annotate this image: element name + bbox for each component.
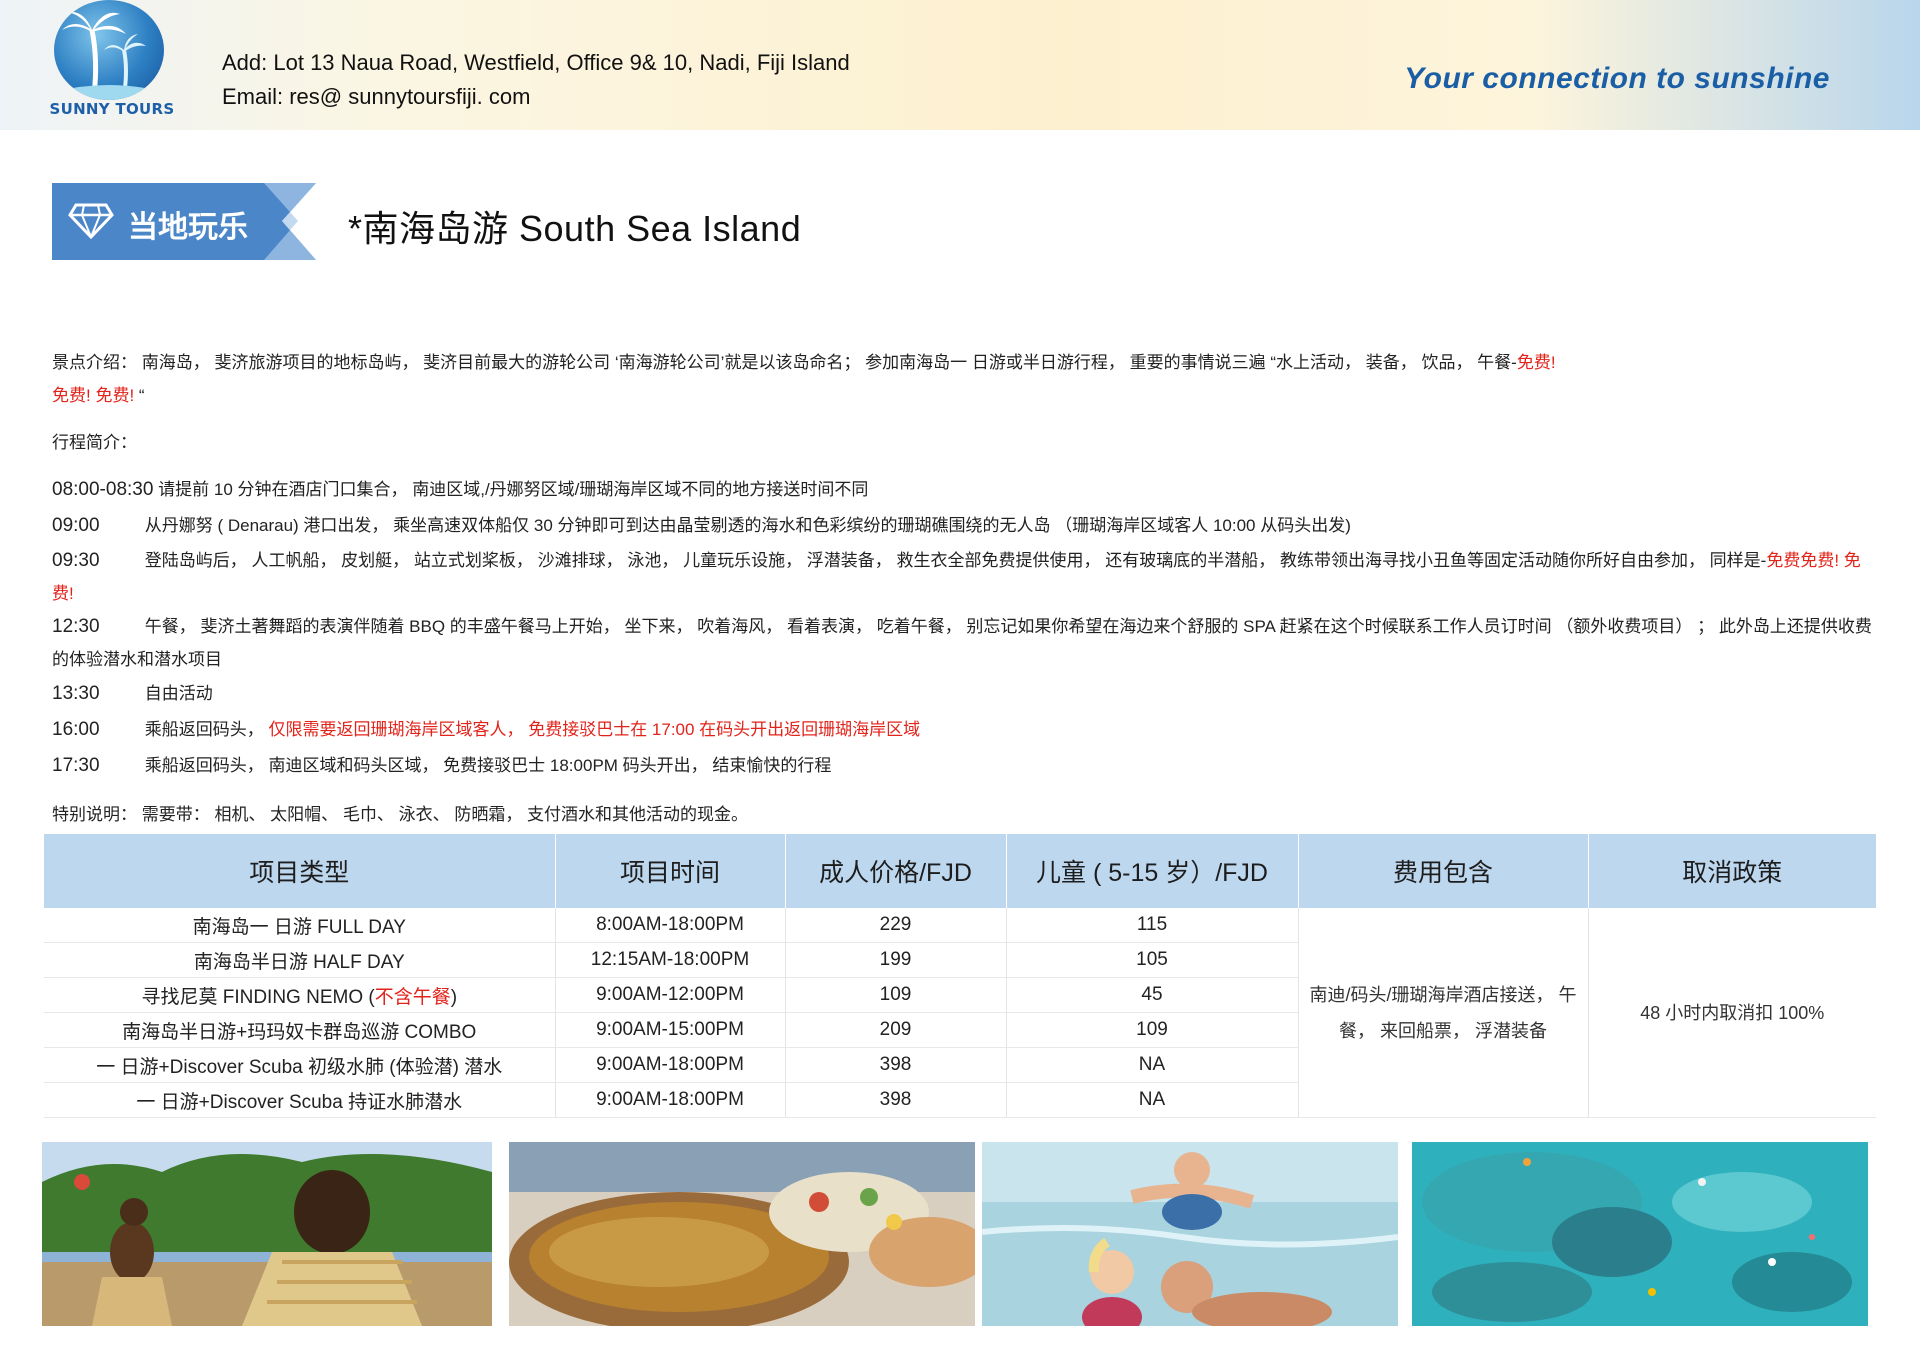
fee-includes: 南迪/码头/珊瑚海岸酒店接送， 午餐， 来回船票， 浮潜装备 bbox=[1298, 908, 1589, 1118]
itinerary-text: 乘船返回码头， 南迪区域和码头区域， 免费接驳巴士 18:00PM 码头开出， … bbox=[144, 756, 832, 775]
itinerary-item: 09:00 从丹娜努 ( Denarau) 港口出发， 乘坐高速双体船仅 30 … bbox=[52, 508, 1882, 544]
itinerary-list: 08:00-08:30 请提前 10 分钟在酒店门口集合， 南迪区域,/丹娜努区… bbox=[52, 472, 1882, 784]
child-price: NA bbox=[1006, 1082, 1299, 1118]
price-table: 项目类型 项目时间 成人价格/FJD 儿童 ( 5-15 岁）/FJD 费用包含… bbox=[44, 834, 1876, 1118]
header-adult-price: 成人价格/FJD bbox=[785, 834, 1007, 908]
adult-price: 199 bbox=[785, 942, 1007, 978]
sunny-tours-logo[interactable]: SUNNY TOURS bbox=[48, 0, 176, 122]
contact-info: Add: Lot 13 Naua Road, Westfield, Office… bbox=[222, 46, 850, 114]
bbq-buffet-photo bbox=[509, 1142, 975, 1326]
itinerary-text: 乘船返回码头， bbox=[144, 720, 269, 739]
tour-time: 9:00AM-12:00PM bbox=[555, 977, 786, 1013]
itinerary-text: 自由活动 bbox=[144, 684, 213, 703]
logo-text: SUNNY TOURS bbox=[49, 100, 175, 118]
tour-name: 南海岛半日游 HALF DAY bbox=[44, 942, 556, 978]
tour-time: 9:00AM-15:00PM bbox=[555, 1012, 786, 1048]
itinerary-item: 09:30 登陆岛屿后， 人工帆船， 皮划艇， 站立式划桨板， 沙滩排球， 泳池… bbox=[52, 544, 1882, 610]
header-item-type: 项目类型 bbox=[44, 834, 556, 908]
itinerary-red-text: 仅限需要返回珊瑚海岸区域客人， 免费接驳巴士在 17:00 在码头开出返回珊瑚海… bbox=[268, 720, 921, 739]
itinerary-time: 17:30 bbox=[52, 755, 100, 776]
itinerary-item: 13:30 自由活动 bbox=[52, 676, 1882, 712]
special-note: 特别说明： 需要带： 相机、 太阳帽、 毛巾、 泳衣、 防晒霜， 支付酒水和其他… bbox=[52, 805, 749, 824]
itinerary-item: 17:30 乘船返回码头， 南迪区域和码头区域， 免费接驳巴士 18:00PM … bbox=[52, 748, 1882, 784]
itinerary-label: 行程简介： bbox=[52, 433, 137, 452]
page-header: SUNNY TOURS Add: Lot 13 Naua Road, Westf… bbox=[0, 0, 1920, 130]
tour-name-end: ) bbox=[450, 986, 458, 1008]
itinerary-time: 16:00 bbox=[52, 719, 100, 740]
tagline: Your connection to sunshine bbox=[1404, 62, 1830, 95]
intro-free-1: 免费! bbox=[1516, 353, 1556, 372]
table-row: 南海岛一 日游 FULL DAY 8:00AM-18:00PM 229 115 … bbox=[44, 908, 1876, 1118]
cancellation-policy: 48 小时内取消扣 100% bbox=[1588, 908, 1876, 1118]
diamond-icon bbox=[68, 203, 114, 244]
itinerary-text: 从丹娜努 ( Denarau) 港口出发， 乘坐高速双体船仅 30 分钟即可到达… bbox=[144, 516, 1351, 535]
itinerary-time: 08:00-08:30 bbox=[52, 479, 154, 500]
table-header-row: 项目类型 项目时间 成人价格/FJD 儿童 ( 5-15 岁）/FJD 费用包含… bbox=[44, 834, 1876, 908]
badge-label: 当地玩乐 bbox=[128, 210, 248, 245]
itinerary-item: 16:00 乘船返回码头， 仅限需要返回珊瑚海岸区域客人， 免费接驳巴士在 17… bbox=[52, 712, 1882, 748]
tour-time: 8:00AM-18:00PM bbox=[555, 908, 786, 943]
tour-name: 一 日游+Discover Scuba 持证水肺潜水 bbox=[44, 1082, 556, 1118]
itinerary-text: 午餐， 斐济土著舞蹈的表演伴随着 BBQ 的丰盛午餐马上开始， 坐下来， 吹着海… bbox=[52, 617, 1872, 669]
no-lunch-note: 不含午餐 bbox=[374, 986, 451, 1008]
adult-price: 209 bbox=[785, 1012, 1007, 1048]
child-price: 115 bbox=[1006, 908, 1299, 943]
child-price: 105 bbox=[1006, 942, 1299, 978]
kids-in-water-photo bbox=[982, 1142, 1398, 1326]
tour-time: 12:15AM-18:00PM bbox=[555, 942, 786, 978]
page-title: *南海岛游 South Sea Island bbox=[348, 208, 802, 249]
adult-price: 398 bbox=[785, 1047, 1007, 1083]
tour-name: 南海岛一 日游 FULL DAY bbox=[44, 908, 556, 943]
child-price: 109 bbox=[1006, 1012, 1299, 1048]
tour-name: 南海岛半日游+玛玛奴卡群岛巡游 COMBO bbox=[44, 1012, 556, 1048]
tour-name: 寻找尼莫 FINDING NEMO (不含午餐) bbox=[44, 977, 556, 1013]
itinerary-time: 12:30 bbox=[52, 616, 100, 637]
itinerary-text: 登陆岛屿后， 人工帆船， 皮划艇， 站立式划桨板， 沙滩排球， 泳池， 儿童玩乐… bbox=[144, 551, 1767, 570]
adult-price: 109 bbox=[785, 977, 1007, 1013]
intro-free-2: 免费! 免费! bbox=[52, 386, 135, 405]
tour-time: 9:00AM-18:00PM bbox=[555, 1082, 786, 1118]
itinerary-time: 09:30 bbox=[52, 550, 100, 571]
child-price: NA bbox=[1006, 1047, 1299, 1083]
header-cancellation: 取消政策 bbox=[1588, 834, 1876, 908]
header-item-time: 项目时间 bbox=[555, 834, 786, 908]
itinerary-item: 12:30 午餐， 斐济土著舞蹈的表演伴随着 BBQ 的丰盛午餐马上开始， 坐下… bbox=[52, 610, 1882, 676]
tour-time: 9:00AM-18:00PM bbox=[555, 1047, 786, 1083]
category-badge: 当地玩乐 bbox=[52, 183, 316, 260]
intro-text: 景点介绍： 南海岛， 斐济旅游项目的地标岛屿， 斐济目前最大的游轮公司 ‘南海游… bbox=[52, 353, 1517, 372]
header-child-price: 儿童 ( 5-15 岁）/FJD bbox=[1006, 834, 1299, 908]
aerial-reef-photo bbox=[1412, 1142, 1868, 1326]
fijian-dancers-photo bbox=[42, 1142, 492, 1326]
adult-price: 229 bbox=[785, 908, 1007, 943]
email-text[interactable]: Email: res@ sunnytoursfiji. com bbox=[222, 80, 850, 114]
palm-tree-icon bbox=[54, 0, 164, 100]
itinerary-time: 13:30 bbox=[52, 683, 100, 704]
itinerary-text: 请提前 10 分钟在酒店门口集合， 南迪区域,/丹娜努区域/珊瑚海岸区域不同的地… bbox=[158, 480, 869, 499]
itinerary-time: 09:00 bbox=[52, 515, 100, 536]
intro-end-quote: “ bbox=[134, 386, 145, 405]
header-includes: 费用包含 bbox=[1298, 834, 1589, 908]
tour-name: 一 日游+Discover Scuba 初级水肺 (体验潜) 潜水 bbox=[44, 1047, 556, 1083]
attraction-intro: 景点介绍： 南海岛， 斐济旅游项目的地标岛屿， 斐济目前最大的游轮公司 ‘南海游… bbox=[52, 346, 1882, 412]
child-price: 45 bbox=[1006, 977, 1299, 1013]
adult-price: 398 bbox=[785, 1082, 1007, 1118]
photo-strip bbox=[42, 1142, 1868, 1326]
tour-name-text: 寻找尼莫 FINDING NEMO ( bbox=[141, 986, 375, 1008]
itinerary-item: 08:00-08:30 请提前 10 分钟在酒店门口集合， 南迪区域,/丹娜努区… bbox=[52, 472, 1882, 508]
address-text: Add: Lot 13 Naua Road, Westfield, Office… bbox=[222, 50, 850, 75]
